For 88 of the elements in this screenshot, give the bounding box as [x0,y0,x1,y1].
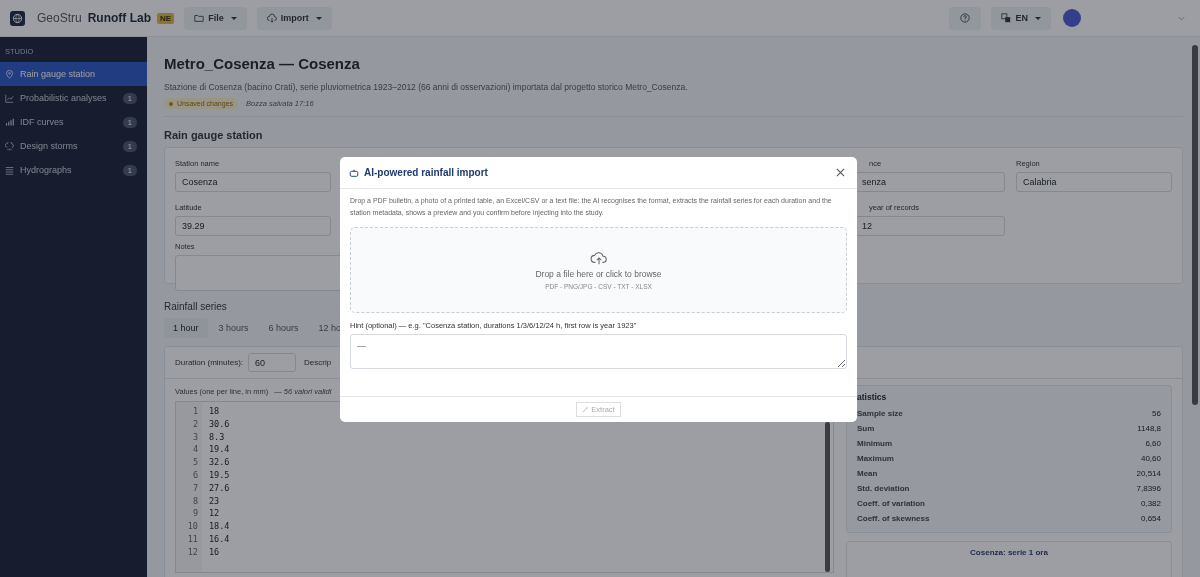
input-field[interactable]: Calabria [1016,172,1172,192]
chart-title: Cosenza: serie 1 ora [970,548,1048,557]
globe-logo-icon [10,10,25,26]
scrollbar[interactable] [825,422,830,572]
value-line: 23 [209,494,221,508]
folder-icon [194,13,205,23]
stat-value: 56 [1152,409,1161,418]
value-line: 19.5 [209,469,230,482]
stat-value: 7,8396 [1136,484,1161,493]
line-number: 1 [191,405,198,418]
stat-value: 0,382 [1140,499,1161,508]
language-button[interactable]: EN [991,6,1051,30]
value-line: 16 [209,545,221,559]
help-icon [960,13,971,23]
value-line: 32.6 [209,456,230,469]
line-number: 4 [191,443,198,457]
duration-tab[interactable]: 6 hours [259,318,308,338]
sidebar-icon [5,117,14,127]
stat-label: Coeff. of skewness [857,514,930,523]
line-number: 8 [191,494,198,508]
value-line: 19.4 [209,443,230,457]
input-field[interactable]: 12 [855,216,1005,236]
product-name: Runoff Lab [87,11,152,25]
avatar-icon[interactable] [1063,9,1081,27]
field-label: Descrip [304,358,332,367]
drop-text: Drop a file here or click to browse [535,268,662,279]
value-line: 18.4 [209,520,230,533]
badge: NE [157,12,175,24]
cloud-upload-icon [589,250,608,265]
value-line: 8.3 [209,430,226,444]
cloud-icon [266,13,277,23]
value-line: 27.6 [209,481,230,495]
line-number: 7 [191,481,198,495]
value-line: 18 [209,405,221,418]
field-label: Duration (minutes): [175,358,244,367]
status-dot-icon [169,102,173,107]
value-line: 16.4 [209,532,230,546]
dialog-title: AI-powered rainfall import [364,167,489,178]
caret-icon [315,16,322,20]
hint-field[interactable]: — [350,334,847,369]
stat-value: 6,60 [1145,439,1161,448]
stat-label: Std. deviation [857,484,910,493]
stat-value: 20,514 [1136,469,1161,478]
brand-name: GeoStru [37,11,82,25]
menu-button[interactable]: File [184,6,247,30]
section-heading: Rainfall series [164,301,228,312]
sidebar-icon [5,69,14,79]
page-description: Stazione di Cosenza (bacino Crati), serie pluviometrica 1923–2012 (66 anni di osservazioni) importata dal progetto storico Metro_Cosenza. [164,82,689,92]
input-field[interactable]: 39.29 [175,216,331,236]
wand-icon [582,406,590,413]
caret-icon [1035,16,1041,20]
stat-value: 0,654 [1140,514,1161,523]
page-title: Metro_Cosenza — Cosenza [164,55,361,72]
menu-button[interactable]: Import [256,6,332,30]
sidebar-item[interactable]: Rain gauge station [0,62,147,86]
help-button[interactable] [949,6,982,30]
line-number: 5 [191,456,198,469]
input-field[interactable]: senza [855,172,1005,192]
stat-label: Mean [857,469,878,478]
section-heading: Rain gauge station [164,129,264,141]
translate-icon [1001,13,1012,23]
stat-value: 1148,8 [1137,424,1161,433]
duration-tab[interactable]: 3 hours [209,318,258,338]
line-number: 6 [191,469,198,482]
stat-label: Maximum [857,454,894,463]
value-line: 12 [209,507,221,521]
stat-label: Sum [857,424,875,433]
stat-label: Minimum [857,439,893,448]
sidebar-icon [5,93,14,103]
scrollbar[interactable] [1192,45,1198,405]
sidebar-icon [5,141,14,151]
line-number: 12 [186,545,198,559]
line-number: 11 [186,532,198,546]
duration-tab[interactable]: 1 hour [164,318,208,338]
value-line: 30.6 [209,417,230,431]
line-number: 2 [191,417,198,431]
stat-label: Coeff. of variation [857,499,925,508]
line-number: 3 [191,430,198,444]
caret-icon [230,16,237,20]
stat-value: 40,60 [1140,454,1161,463]
stat-label: Sample size [857,409,903,418]
input-field[interactable]: Cosenza [175,172,331,192]
line-number: 9 [191,507,198,521]
line-number: 10 [186,520,198,533]
sidebar-icon [5,165,14,175]
panel-title: atistics [857,392,888,402]
robot-icon [349,167,359,178]
input-field[interactable]: 60 [248,353,297,372]
